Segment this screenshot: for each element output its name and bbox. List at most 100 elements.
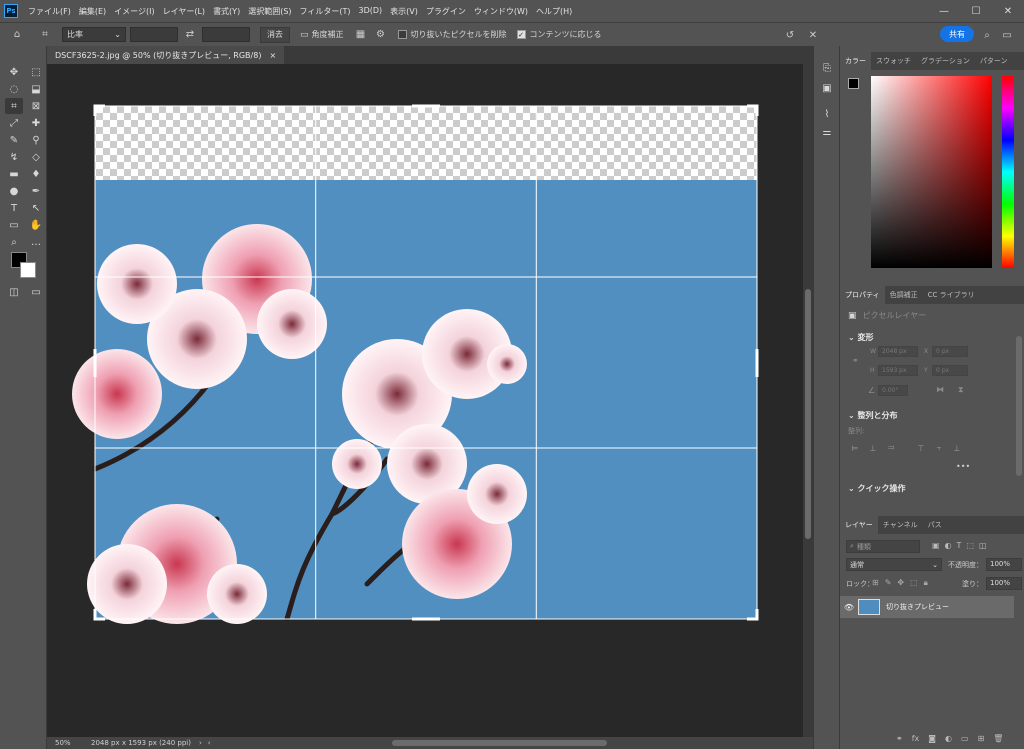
actions-panel-icon[interactable]: ▣ xyxy=(818,80,836,96)
color-fg-swatch[interactable] xyxy=(848,78,859,89)
crop-tool-icon[interactable]: ⌗ xyxy=(5,98,23,114)
new-group-icon[interactable]: ▭ xyxy=(961,734,969,743)
y-field[interactable]: 0 px xyxy=(932,365,968,376)
add-mask-icon[interactable]: ◙ xyxy=(928,734,936,743)
lock-artboard-icon[interactable]: ⬚ xyxy=(910,578,918,588)
horizontal-scroll-thumb[interactable] xyxy=(392,740,607,746)
eyedropper-tool-icon[interactable]: ⤢ xyxy=(5,115,23,131)
filter-type-icon[interactable]: T xyxy=(957,541,962,550)
panel-tab[interactable]: レイヤー xyxy=(840,516,878,534)
menu-item[interactable]: レイヤー(L) xyxy=(159,6,209,17)
workspace-icon[interactable]: ▭ xyxy=(998,26,1016,44)
menu-item[interactable]: 編集(E) xyxy=(75,6,110,17)
align-right-icon[interactable]: ⫤ xyxy=(886,443,896,453)
close-window-button[interactable]: ✕ xyxy=(992,0,1024,22)
healing-brush-icon[interactable]: ✚ xyxy=(27,115,45,131)
menu-item[interactable]: ウィンドウ(W) xyxy=(470,6,532,17)
object-select-tool-icon[interactable]: ⬓ xyxy=(27,81,45,97)
delete-cropped-checkbox[interactable]: 切り抜いたピクセルを削除 xyxy=(397,29,507,40)
quick-actions-title[interactable]: ⌄ クイック操作 xyxy=(848,483,906,494)
new-layer-icon[interactable]: ⊞ xyxy=(978,734,985,743)
document-info[interactable]: 2048 px x 1593 px (240 ppi) xyxy=(91,739,191,747)
lock-position-icon[interactable]: ✥ xyxy=(897,578,904,588)
maximize-button[interactable]: ☐ xyxy=(960,0,992,22)
width-field[interactable]: 2048 px xyxy=(878,346,918,357)
opacity-field[interactable]: 100% xyxy=(986,558,1022,571)
panel-tab[interactable]: グラデーション xyxy=(916,52,975,70)
zoom-tool-icon[interactable]: ⌕ xyxy=(5,234,23,250)
cancel-crop-icon[interactable]: ✕ xyxy=(804,26,822,44)
transform-section-title[interactable]: ⌄ 変形 xyxy=(848,332,874,343)
menu-item[interactable]: イメージ(I) xyxy=(110,6,158,17)
marquee-tool-icon[interactable]: ⬚ xyxy=(27,64,45,80)
menu-item[interactable]: フィルター(T) xyxy=(296,6,355,17)
reset-icon[interactable]: ↺ xyxy=(781,26,799,44)
history-panel-icon[interactable]: ⎘ xyxy=(818,60,836,76)
gradient-tool-icon[interactable]: ▬ xyxy=(5,166,23,182)
layer-row[interactable]: 👁︎ 切り抜きプレビュー xyxy=(840,596,1014,618)
content-aware-checkbox[interactable]: ✓ コンテンツに応じる xyxy=(516,29,602,40)
filter-smart-icon[interactable]: ◫ xyxy=(979,541,987,550)
layer-style-icon[interactable]: fx xyxy=(912,734,920,743)
flip-horizontal-icon[interactable]: ⧓ xyxy=(936,385,944,394)
background-color-swatch[interactable] xyxy=(20,262,36,278)
flip-vertical-icon[interactable]: ⧗ xyxy=(958,385,964,395)
rectangle-tool-icon[interactable]: ▭ xyxy=(5,217,23,233)
align-left-icon[interactable]: ⊨ xyxy=(850,443,860,453)
chevron-left-icon[interactable]: ‹ xyxy=(208,739,211,747)
align-top-icon[interactable]: ⊤ xyxy=(916,443,926,453)
quick-mask-icon[interactable]: ◫ xyxy=(5,284,23,300)
menu-item[interactable]: 書式(Y) xyxy=(209,6,244,17)
eraser-tool-icon[interactable]: ◇ xyxy=(27,149,45,165)
panel-tab[interactable]: 色調補正 xyxy=(885,286,923,304)
grid-overlay-icon[interactable]: ▦ xyxy=(352,26,370,44)
panel-tab[interactable]: パス xyxy=(923,516,947,534)
panel-tab[interactable]: チャンネル xyxy=(878,516,923,534)
home-icon[interactable]: ⌂ xyxy=(8,26,26,44)
pen-tool-icon[interactable]: ✒ xyxy=(27,183,45,199)
lock-paint-icon[interactable]: ✎ xyxy=(885,578,892,588)
swap-icon[interactable]: ⇄ xyxy=(182,26,198,44)
straighten-button[interactable]: ▭ 角度補正 xyxy=(300,29,344,40)
lock-transparent-icon[interactable]: ⊞ xyxy=(872,578,879,588)
filter-shape-icon[interactable]: ⬚ xyxy=(966,541,974,550)
screen-mode-icon[interactable]: ▭ xyxy=(27,284,45,300)
move-tool-icon[interactable]: ✥ xyxy=(5,64,23,80)
menu-item[interactable]: ヘルプ(H) xyxy=(532,6,576,17)
align-section-title[interactable]: ⌄ 整列と分布 xyxy=(848,410,898,421)
menu-item[interactable]: プラグイン xyxy=(422,6,470,17)
more-tools-icon[interactable]: … xyxy=(27,234,45,250)
color-saturation-field[interactable] xyxy=(871,76,992,268)
search-icon[interactable]: ⌕ xyxy=(978,26,996,44)
panel-tab[interactable]: プロパティ xyxy=(840,286,885,304)
share-button[interactable]: 共有 xyxy=(940,26,974,42)
menu-item[interactable]: 表示(V) xyxy=(386,6,422,17)
adjustments-panel-icon[interactable]: ⚌ xyxy=(818,124,836,140)
dodge-tool-icon[interactable]: ● xyxy=(5,183,23,199)
clear-button[interactable]: 消去 xyxy=(260,26,290,43)
link-layers-icon[interactable]: ⚭ xyxy=(896,734,903,743)
stamp-tool-icon[interactable]: ⚲ xyxy=(27,132,45,148)
ratio-height-input[interactable] xyxy=(202,27,250,42)
type-tool-icon[interactable]: T xyxy=(5,200,23,216)
menu-item[interactable]: ファイル(F) xyxy=(24,6,75,17)
ratio-select[interactable]: 比率 ⌄ xyxy=(62,27,126,42)
hand-tool-icon[interactable]: ✋ xyxy=(27,217,45,233)
document-tab[interactable]: DSCF3625-2.jpg @ 50% (切り抜きプレビュー, RGB/8) … xyxy=(47,46,285,64)
layer-filter-search[interactable]: ⌕ 種類 xyxy=(846,540,920,553)
adjustment-layer-icon[interactable]: ◐ xyxy=(945,734,952,743)
x-field[interactable]: 0 px xyxy=(932,346,968,357)
menu-item[interactable]: 3D(D) xyxy=(355,6,387,17)
menu-item[interactable]: 選択範囲(S) xyxy=(244,6,295,17)
crop-preview-image[interactable] xyxy=(47,64,803,737)
fill-field[interactable]: 100% xyxy=(986,577,1022,590)
zoom-level[interactable]: 50% xyxy=(55,739,85,747)
chevron-right-icon[interactable]: › xyxy=(199,739,202,747)
close-tab-icon[interactable]: × xyxy=(269,51,276,60)
align-middle-v-icon[interactable]: ⫟ xyxy=(934,443,944,453)
angle-field[interactable]: 0.00° xyxy=(878,385,908,396)
vertical-scrollbar[interactable] xyxy=(803,64,813,737)
gear-icon[interactable]: ⚙ xyxy=(372,26,390,44)
blend-mode-select[interactable]: 通常 ⌄ xyxy=(846,558,942,571)
frame-tool-icon[interactable]: ⊠ xyxy=(27,98,45,114)
